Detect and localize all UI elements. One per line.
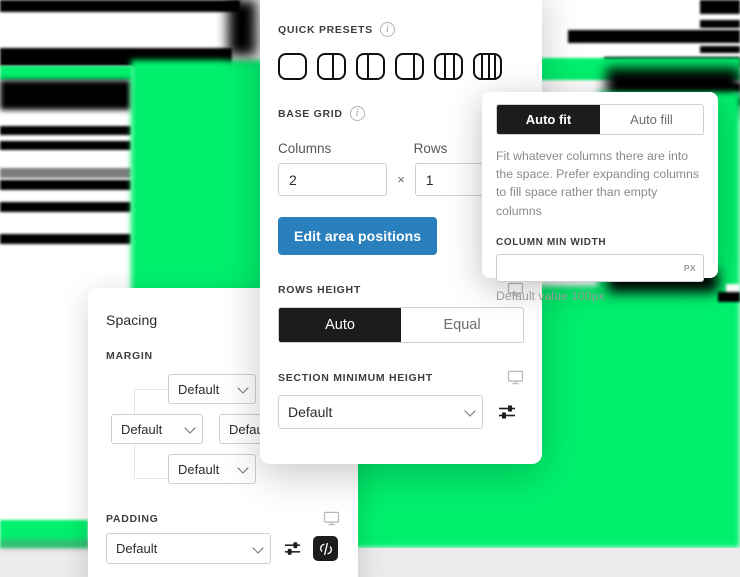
grid-multiply-separator: × bbox=[397, 172, 405, 187]
bg-bar bbox=[0, 234, 131, 244]
auto-fill-option[interactable]: Auto fill bbox=[600, 105, 703, 134]
rows-height-header: ROWS HEIGHT bbox=[278, 281, 524, 298]
margin-left-select[interactable]: Default bbox=[111, 414, 203, 444]
bg-bar bbox=[700, 46, 740, 53]
section-minimum-height-section: SECTION MINIMUM HEIGHT Default bbox=[278, 369, 524, 429]
bg-bar bbox=[228, 0, 256, 56]
rows-height-section: ROWS HEIGHT Auto Equal bbox=[278, 281, 524, 343]
preset-3-columns[interactable] bbox=[434, 53, 463, 80]
bg-bar bbox=[0, 202, 131, 212]
section-minimum-height-label: SECTION MINIMUM HEIGHT bbox=[278, 371, 433, 384]
section-min-height-controls: Default bbox=[278, 395, 524, 429]
preset-4-columns[interactable] bbox=[473, 53, 502, 80]
bg-bar bbox=[718, 84, 740, 92]
padding-device-icon-wrap[interactable] bbox=[323, 510, 340, 527]
chevron-down-icon bbox=[252, 541, 264, 554]
chevron-down-icon bbox=[237, 382, 249, 394]
column-min-width-unit: PX bbox=[683, 262, 696, 273]
sliders-icon[interactable] bbox=[495, 400, 519, 424]
section-min-height-device-icon-wrap[interactable] bbox=[507, 369, 524, 386]
section-min-height-value: Default bbox=[288, 404, 333, 420]
base-grid-label: BASE GRID bbox=[278, 107, 343, 120]
quick-presets-section: QUICK PRESETS i bbox=[278, 0, 524, 80]
edit-area-positions-button[interactable]: Edit area positions bbox=[278, 217, 438, 255]
bg-bar bbox=[568, 30, 740, 43]
bg-bar bbox=[718, 292, 740, 302]
quick-presets-header: QUICK PRESETS i bbox=[278, 22, 524, 37]
info-icon[interactable]: i bbox=[349, 106, 365, 121]
margin-top-select[interactable]: Default bbox=[168, 374, 256, 404]
rows-height-segmented-control: Auto Equal bbox=[278, 307, 524, 343]
bg-green-strip bbox=[0, 66, 132, 80]
padding-section-label: PADDING bbox=[106, 513, 159, 525]
padding-controls: Default bbox=[106, 533, 356, 564]
auto-fit-popup: Auto fit Auto fill Fit whatever columns … bbox=[482, 92, 718, 303]
section-min-height-select[interactable]: Default bbox=[278, 395, 483, 429]
info-icon[interactable]: i bbox=[379, 22, 395, 37]
column-min-width-input[interactable]: PX bbox=[496, 253, 704, 282]
column-min-width-label: COLUMN MIN WIDTH bbox=[496, 236, 607, 248]
chevron-down-icon bbox=[464, 405, 476, 417]
margin-bottom-select[interactable]: Default bbox=[168, 454, 256, 484]
quick-presets-list bbox=[278, 53, 524, 80]
monitor-icon bbox=[507, 370, 524, 385]
margin-left-value: Default bbox=[121, 421, 163, 437]
columns-input[interactable]: 2 bbox=[278, 163, 388, 196]
preset-1-column[interactable] bbox=[278, 53, 307, 80]
bg-bar-gray bbox=[0, 168, 131, 178]
auto-fit-fill-segmented-control: Auto fit Auto fill bbox=[496, 104, 704, 135]
chevron-down-icon bbox=[237, 462, 249, 474]
column-min-width-hint: Default value 100px bbox=[496, 288, 605, 303]
auto-fit-description: Fit whatever columns there are into the … bbox=[496, 149, 700, 218]
bg-bar bbox=[0, 126, 131, 135]
margin-top-value: Default bbox=[178, 381, 220, 397]
bg-bar bbox=[0, 141, 131, 150]
chevron-down-icon bbox=[184, 422, 196, 434]
screenshot-root: Spacing MARGIN Default Default Default D… bbox=[0, 0, 740, 577]
bg-bar bbox=[0, 180, 131, 190]
preset-2-columns-right-narrow[interactable] bbox=[395, 53, 424, 80]
bg-bar bbox=[0, 0, 240, 12]
bg-bar bbox=[0, 80, 131, 110]
dynamic-code-icon[interactable] bbox=[313, 536, 338, 561]
monitor-icon bbox=[323, 511, 340, 526]
margin-bottom-value: Default bbox=[178, 461, 220, 477]
columns-value: 2 bbox=[289, 171, 297, 188]
bg-bar bbox=[700, 20, 740, 28]
padding-section: PADDING Default bbox=[106, 513, 356, 564]
auto-fit-option[interactable]: Auto fit bbox=[497, 105, 600, 134]
rows-height-option-equal[interactable]: Equal bbox=[401, 308, 523, 342]
section-minimum-height-header: SECTION MINIMUM HEIGHT bbox=[278, 369, 524, 386]
rows-value: 1 bbox=[425, 171, 434, 188]
bg-green-block bbox=[131, 60, 266, 300]
padding-select[interactable]: Default bbox=[106, 533, 271, 564]
preset-2-columns-left-narrow[interactable] bbox=[356, 53, 385, 80]
quick-presets-label: QUICK PRESETS bbox=[278, 23, 373, 36]
bg-bar bbox=[700, 0, 740, 14]
rows-height-option-auto[interactable]: Auto bbox=[279, 308, 401, 342]
sliders-icon[interactable] bbox=[280, 537, 304, 561]
preset-2-equal-columns[interactable] bbox=[317, 53, 346, 80]
padding-value: Default bbox=[116, 541, 158, 556]
columns-label: Columns bbox=[278, 141, 332, 156]
rows-height-label: ROWS HEIGHT bbox=[278, 283, 361, 296]
